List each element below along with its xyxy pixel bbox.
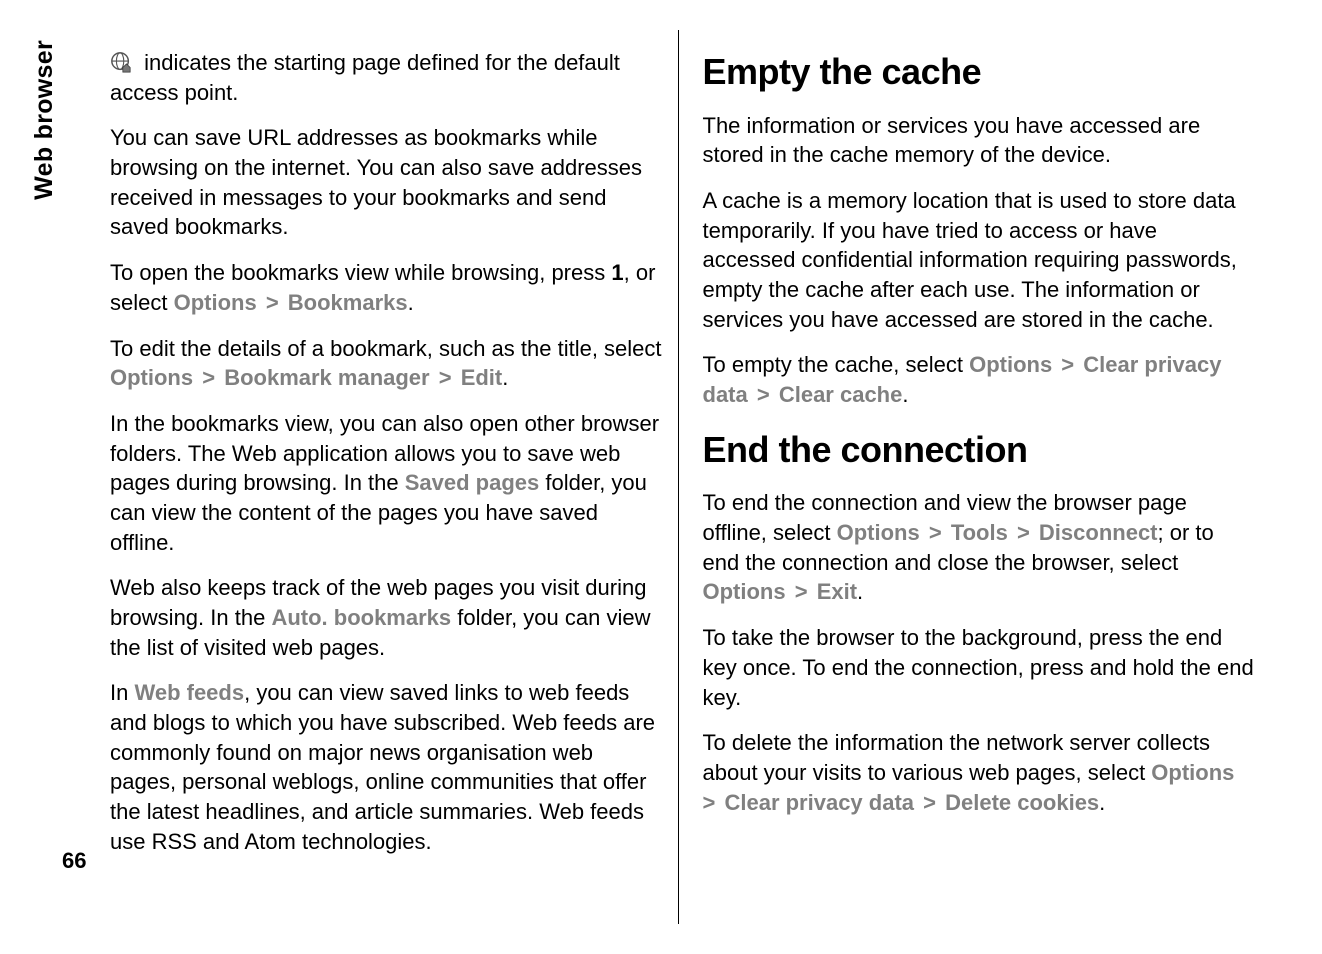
para-open-bm: To open the bookmarks view while browsin… [110,258,662,317]
menu-bookmarks: Bookmarks [288,290,408,315]
p1-text: indicates the starting page defined for … [110,50,620,105]
heading-end-connection: End the connection [703,426,1255,475]
left-column: indicates the starting page defined for … [110,30,679,924]
menu-options: Options [703,579,786,604]
end-p3: To delete the information the network se… [703,728,1255,817]
para-web-feeds: In Web feeds, you can view saved links t… [110,678,662,856]
menu-disconnect: Disconnect [1039,520,1158,545]
end-p2: To take the browser to the background, p… [703,623,1255,712]
cache-p1: The information or services you have acc… [703,111,1255,170]
key-1: 1 [611,260,623,285]
para-auto-bookmarks: Web also keeps track of the web pages yo… [110,573,662,662]
menu-edit: Edit [461,365,503,390]
menu-clear-privacy-data: Clear privacy data [724,790,914,815]
right-column: Empty the cache The information or servi… [703,30,1263,924]
menu-bookmark-manager: Bookmark manager [224,365,429,390]
end-p1: To end the connection and view the brows… [703,488,1255,607]
para-saved-pages: In the bookmarks view, you can also open… [110,409,662,557]
menu-options: Options [1151,760,1234,785]
para-start-icon: indicates the starting page defined for … [110,48,662,107]
menu-options: Options [174,290,257,315]
folder-auto-bookmarks: Auto. bookmarks [271,605,451,630]
page: Web browser 66 indicates the starting pa… [0,0,1322,954]
menu-options: Options [837,520,920,545]
cache-p3: To empty the cache, select Options > Cle… [703,350,1255,409]
page-number: 66 [62,848,86,874]
heading-empty-cache: Empty the cache [703,48,1255,97]
menu-exit: Exit [817,579,857,604]
folder-web-feeds: Web feeds [134,680,244,705]
para-edit-bm: To edit the details of a bookmark, such … [110,334,662,393]
para-save-url: You can save URL addresses as bookmarks … [110,123,662,242]
menu-delete-cookies: Delete cookies [945,790,1099,815]
menu-options: Options [110,365,193,390]
menu-clear-cache: Clear cache [779,382,903,407]
columns: indicates the starting page defined for … [110,30,1262,924]
menu-options: Options [969,352,1052,377]
globe-home-icon [110,51,132,73]
side-tab: Web browser [30,40,59,200]
folder-saved-pages: Saved pages [405,470,540,495]
menu-tools: Tools [951,520,1008,545]
cache-p2: A cache is a memory location that is use… [703,186,1255,334]
